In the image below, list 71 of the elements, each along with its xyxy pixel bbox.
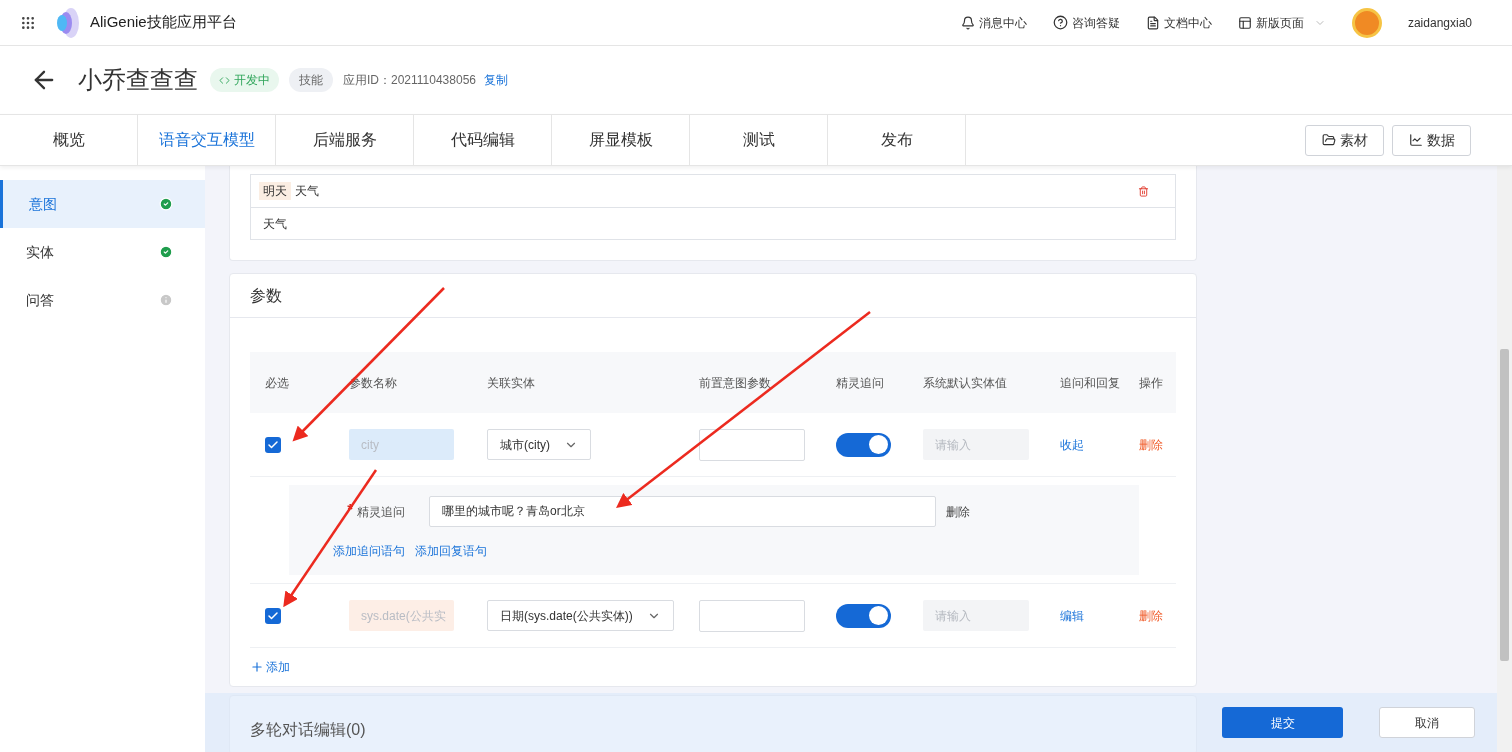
delete-link[interactable]: 删除 [1139, 606, 1178, 625]
section-title: 参数 [230, 274, 1196, 318]
check-icon [267, 609, 279, 622]
bell-icon [960, 15, 975, 30]
column-header: 关联实体 [487, 374, 536, 392]
tab[interactable]: 语音交互模型 [138, 115, 276, 165]
logo-icon [54, 6, 80, 39]
checkbox[interactable] [265, 436, 281, 453]
column-header: 操作 [1139, 374, 1164, 392]
utterance-text: 天气 [263, 215, 287, 233]
toolbar-button[interactable]: 数据 [1392, 124, 1471, 156]
section-title: 多轮对话编辑(0) [250, 721, 366, 738]
add-button[interactable]: 添加 [250, 658, 290, 676]
toolbar-button[interactable]: 素材 [1305, 124, 1384, 156]
add-sentence-link[interactable]: 添加追问语句 [333, 542, 405, 560]
sidebar-item[interactable]: 实体 [0, 228, 205, 276]
column-header: 必选 [265, 374, 290, 392]
chart-icon [1408, 133, 1423, 147]
skill-name: 小乔查查查 [78, 65, 198, 95]
plus-icon [250, 660, 264, 674]
user-name: zaidangxia0 [1407, 14, 1472, 32]
header-link[interactable]: 文档中心 [1145, 13, 1212, 32]
entity-select[interactable]: 城市(city) [487, 429, 591, 460]
toggle-switch[interactable] [836, 432, 891, 457]
column-header: 精灵追问 [836, 374, 885, 392]
tab[interactable]: 测试 [690, 115, 828, 165]
entity-select[interactable]: 日期(sys.date(公共实体)) [487, 600, 674, 631]
header-link[interactable]: 消息中心 [960, 13, 1027, 32]
field-label: 精灵追问 [357, 503, 405, 521]
tab[interactable]: 后端服务 [276, 115, 414, 165]
delete-icon[interactable] [1138, 185, 1149, 197]
add-sentence-link[interactable]: 添加回复语句 [415, 542, 487, 560]
column-header: 前置意图参数 [699, 374, 772, 392]
column-header: 追问和回复 [1060, 374, 1121, 392]
default-value-input[interactable]: 请输入 [923, 429, 1029, 460]
app-title: AliGenie技能应用平台 [90, 12, 237, 33]
follow-up-input[interactable]: 哪里的城市呢？青岛or北京 [429, 496, 936, 527]
header-link[interactable]: 新版页面 [1237, 13, 1326, 32]
layout-icon [1237, 15, 1252, 30]
tab[interactable]: 概览 [0, 115, 138, 165]
delete-link[interactable]: 删除 [1139, 435, 1178, 454]
tab[interactable]: 发布 [828, 115, 966, 165]
tab[interactable]: 屏显模板 [552, 115, 690, 165]
default-value-input[interactable]: 请输入 [923, 600, 1029, 631]
help-icon [1052, 15, 1068, 30]
footer-button[interactable]: 取消 [1379, 707, 1475, 738]
type-badge: 技能 [289, 68, 333, 92]
toggle-link[interactable]: 收起 [1060, 435, 1139, 454]
prefix-param-input[interactable] [699, 428, 805, 461]
folder-icon [1321, 133, 1336, 147]
prefix-param-input[interactable] [699, 599, 805, 632]
tab[interactable]: 代码编辑 [414, 115, 552, 165]
header-link[interactable]: 咨询答疑 [1052, 13, 1120, 32]
scrollbar[interactable] [1497, 166, 1512, 752]
toggle-switch[interactable] [836, 603, 891, 628]
copy-link[interactable]: 复制 [484, 71, 508, 89]
column-header: 系统默认实体值 [923, 374, 1008, 392]
toggle-link[interactable]: 编辑 [1060, 606, 1139, 625]
code-icon [219, 74, 230, 86]
utterance-text: 天气 [295, 183, 319, 200]
sidebar-item[interactable]: 意图 [0, 180, 205, 228]
apps-icon[interactable] [20, 14, 36, 31]
app-id: 应用ID：2021110438056 [343, 72, 476, 89]
check-icon [267, 438, 279, 451]
slot-highlight: 明天 [259, 182, 291, 200]
document-icon [1145, 15, 1160, 30]
footer-button[interactable]: 提交 [1222, 707, 1343, 738]
sidebar-item[interactable]: 问答 [0, 276, 205, 324]
checkbox[interactable] [265, 607, 281, 624]
status-text: 开发中 [234, 72, 270, 89]
delete-link[interactable]: 删除 [946, 502, 970, 521]
